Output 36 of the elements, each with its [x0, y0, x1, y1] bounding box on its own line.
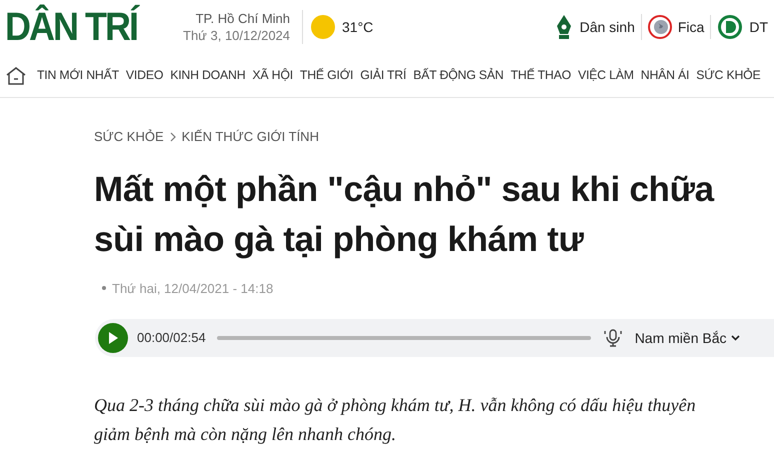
current-date: Thứ 3, 10/12/2024: [183, 27, 290, 44]
article-lede: Qua 2-3 tháng chữa sùi mào gà ở phòng khám tư, H. vẫn không có dấu hiệu thuyên giảm bệnh mà còn nặng lên nhanh chóng.: [94, 394, 697, 446]
site-logo[interactable]: DÂN TRÍ: [5, 7, 142, 47]
nav-link[interactable]: THẾ GIỚI: [300, 66, 354, 85]
header-link[interactable]: DT: [711, 14, 774, 40]
nav-link[interactable]: THẾ THAO: [510, 66, 571, 85]
header-link[interactable]: Dân sinh: [548, 14, 642, 40]
header-link[interactable]: Fica: [642, 15, 712, 39]
play-button[interactable]: [98, 323, 128, 353]
home-icon[interactable]: [5, 64, 27, 86]
nav-link[interactable]: KINH DOANH: [170, 66, 246, 85]
breadcrumb-link[interactable]: KIẾN THỨC GIỚI TÍNH: [182, 127, 319, 146]
nav-link[interactable]: SỨC KHỎE: [696, 66, 760, 85]
nav-link[interactable]: NHÂN ÁI: [640, 66, 690, 85]
chevron-down-icon: [730, 335, 740, 341]
sun-icon: [311, 15, 336, 39]
microphone-icon[interactable]: [602, 328, 623, 348]
voice-select[interactable]: Nam miền Bắc: [634, 328, 740, 348]
breadcrumb-link[interactable]: SỨC KHỎE: [94, 127, 164, 146]
city-name: TP. Hồ Chí Minh: [196, 10, 290, 27]
temperature: 31°C: [342, 18, 374, 36]
nav-link[interactable]: BẤT ĐỘNG SẢN: [413, 66, 504, 85]
nav-link[interactable]: TIN MỚI NHẤT: [37, 66, 119, 85]
letter-circle-icon: [717, 14, 744, 40]
globe-icon: [648, 15, 672, 39]
article-title: Mất một phần "cậu nhỏ" sau khi chữa sùi mào gà tại phòng khám tư: [94, 168, 716, 260]
publish-date: Thứ hai, 12/04/2021 - 14:18: [112, 280, 274, 298]
nav-link[interactable]: VIDEO: [126, 66, 164, 85]
bullet-icon: [102, 286, 106, 290]
chevron-right-icon: [170, 132, 176, 142]
nav-link[interactable]: GIẢI TRÍ: [360, 66, 406, 85]
play-icon: [108, 332, 118, 344]
audio-time: 00:00/02:54: [137, 329, 206, 348]
audio-progress-track[interactable]: [216, 336, 591, 340]
nav-link[interactable]: XÃ HỘI: [252, 66, 293, 85]
nav-link[interactable]: VIỆC LÀM: [578, 66, 634, 85]
